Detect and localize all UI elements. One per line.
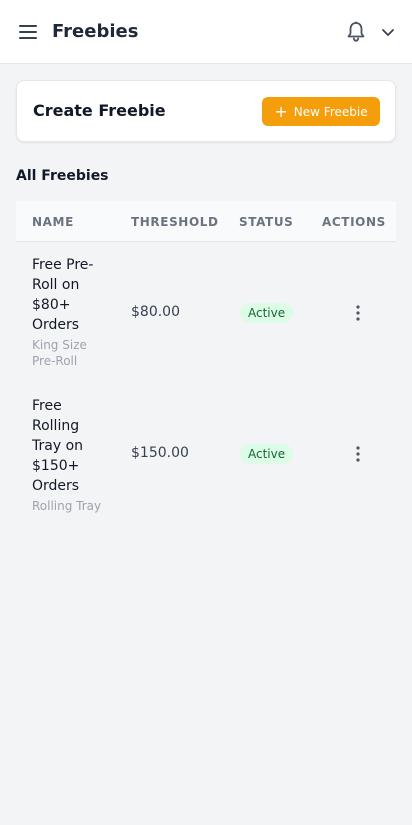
chevron-down-icon[interactable] xyxy=(376,18,400,46)
column-header-threshold: THRESHOLD xyxy=(131,215,219,229)
create-freebie-card: Create Freebie + New Freebie xyxy=(16,80,396,142)
freebie-product: Rolling Tray xyxy=(32,499,102,513)
table-row[interactable]: Free Rolling Tray on $150+ Orders Rollin… xyxy=(16,383,396,524)
section-title: All Freebies xyxy=(16,168,109,184)
new-freebie-label: New Freebie xyxy=(293,104,368,119)
freebies-table: NAME THRESHOLD STATUS ACTIONS Free Pre- … xyxy=(16,201,396,524)
freebie-product: King Size Pre-Roll xyxy=(32,338,87,368)
page-title: Freebies xyxy=(52,21,139,42)
freebie-name: Free Rolling Tray on $150+ Orders xyxy=(32,398,84,494)
table-row[interactable]: Free Pre- Roll on $80+ Orders King Size … xyxy=(16,242,396,383)
status-badge: Active xyxy=(240,303,294,323)
freebie-name: Free Pre- Roll on $80+ Orders xyxy=(32,257,94,333)
new-freebie-button[interactable]: + New Freebie xyxy=(262,97,380,126)
plus-icon: + xyxy=(274,101,288,121)
freebie-name-cell: Free Pre- Roll on $80+ Orders King Size … xyxy=(32,255,106,369)
top-app-bar: Freebies xyxy=(0,0,412,64)
more-actions-icon[interactable] xyxy=(348,442,368,466)
column-header-name: NAME xyxy=(32,215,74,229)
column-header-actions: ACTIONS xyxy=(322,215,386,229)
freebie-threshold: $150.00 xyxy=(131,445,189,461)
column-header-status: STATUS xyxy=(239,215,294,229)
bell-icon[interactable] xyxy=(342,18,370,46)
hamburger-menu-icon[interactable] xyxy=(14,18,42,46)
more-actions-icon[interactable] xyxy=(348,301,368,325)
create-freebie-title: Create Freebie xyxy=(33,101,166,120)
status-badge: Active xyxy=(240,444,294,464)
freebie-threshold: $80.00 xyxy=(131,304,180,320)
table-header: NAME THRESHOLD STATUS ACTIONS xyxy=(16,201,396,242)
freebie-name-cell: Free Rolling Tray on $150+ Orders Rollin… xyxy=(32,396,106,514)
